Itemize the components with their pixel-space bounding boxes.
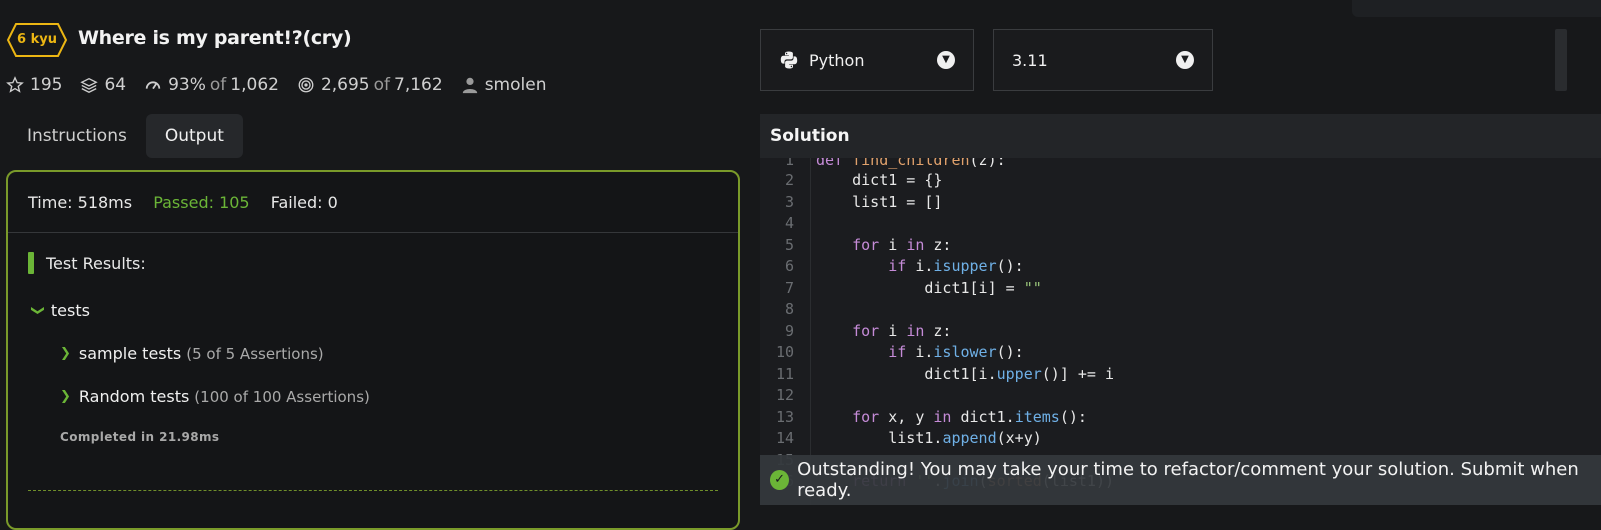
completed-time: Completed in 21.98ms: [60, 430, 220, 444]
run-summary: Time: 518ms Passed: 105 Failed: 0: [28, 193, 354, 212]
completions-count: 2,695: [320, 75, 370, 95]
solution-heading: Solution: [760, 114, 1601, 158]
kata-stats: 195 64 93% of 1,062 2,695 of 7,162 smole…: [6, 73, 564, 97]
suite-row[interactable]: ❯ tests: [30, 301, 90, 320]
test-results-heading: Test Results:: [28, 252, 146, 274]
chevron-down-icon[interactable]: ❯: [30, 305, 45, 316]
line-number: 13: [775, 408, 794, 426]
line-number: 4: [784, 214, 794, 232]
suite-name: tests: [50, 301, 90, 320]
summary-divider: [8, 232, 738, 233]
passed-count: Passed: 105: [153, 193, 250, 212]
panel-tabs: Instructions Output: [8, 114, 243, 158]
test-results-label: Test Results:: [46, 253, 146, 273]
test-group-assertions: (5 of 5 Assertions): [186, 344, 324, 363]
stars-count: 195: [30, 75, 63, 95]
language-value: Python: [809, 50, 865, 70]
completions-stat: 2,695 of 7,162: [297, 75, 443, 95]
line-number: 12: [775, 386, 794, 404]
completions-of: of: [373, 75, 391, 95]
tab-instructions[interactable]: Instructions: [8, 114, 146, 158]
success-message: Outstanding! You may take your time to r…: [797, 459, 1579, 501]
line-number: 7: [784, 279, 794, 297]
test-group-name: Random tests: [78, 387, 190, 406]
star-icon: [6, 76, 24, 93]
target-icon: [298, 77, 314, 93]
dashed-divider: [28, 490, 718, 491]
layers-icon: [80, 77, 99, 93]
line-number: 2: [784, 171, 794, 189]
kata-title[interactable]: Where is my parent!?(cry): [78, 27, 352, 49]
top-toolbar-edge: [1352, 0, 1601, 17]
line-number: 3: [784, 193, 794, 211]
run-time: Time: 518ms: [28, 193, 133, 212]
satisfaction-rate: 93%: [168, 75, 206, 95]
satisfaction-stat: 93% of 1,062: [144, 75, 279, 95]
results-marker: [28, 252, 34, 274]
author-name[interactable]: smolen: [485, 75, 547, 95]
user-icon: [462, 77, 477, 94]
language-select[interactable]: Python ▼: [760, 29, 974, 91]
collections-stat[interactable]: 64: [80, 75, 126, 95]
gauge-icon: [145, 81, 161, 90]
stars-stat[interactable]: 195: [6, 75, 62, 95]
test-group-row[interactable]: ❯ sample tests (5 of 5 Assertions): [60, 344, 324, 363]
chevron-down-icon: ▼: [1176, 51, 1194, 69]
output-panel: Time: 518ms Passed: 105 Failed: 0 Test R…: [6, 170, 740, 530]
line-number: 6: [784, 257, 794, 275]
version-value: 3.11: [1012, 50, 1048, 70]
chevron-right-icon[interactable]: ❯: [60, 346, 71, 361]
failed-count: Failed: 0: [270, 193, 338, 212]
line-number: 14: [775, 429, 794, 447]
votes-count: 1,062: [230, 75, 279, 95]
test-group-row[interactable]: ❯ Random tests (100 of 100 Assertions): [60, 387, 370, 406]
collections-count: 64: [104, 75, 127, 95]
test-group-assertions: (100 of 100 Assertions): [194, 387, 370, 406]
success-banner: ✓ Outstanding! You may take your time to…: [760, 455, 1601, 505]
check-circle-icon: ✓: [770, 470, 790, 490]
chevron-down-icon: ▼: [937, 51, 955, 69]
version-select[interactable]: 3.11 ▼: [993, 29, 1213, 91]
chevron-right-icon[interactable]: ❯: [60, 389, 71, 404]
python-icon: [780, 51, 798, 69]
author-stat[interactable]: smolen: [461, 75, 547, 95]
attempts-count: 7,162: [394, 75, 443, 95]
satisfaction-of: of: [209, 75, 227, 95]
line-number: 10: [775, 343, 794, 361]
scrollbar[interactable]: [1555, 29, 1567, 91]
rank-label: 6 kyu: [17, 32, 57, 47]
tab-output[interactable]: Output: [145, 114, 243, 158]
line-number: 8: [784, 300, 794, 318]
line-number: 9: [784, 322, 794, 340]
code-editor[interactable]: 1 def find_children(z): 2 dict1 = {} 3 li…: [760, 158, 1601, 505]
line-number: 11: [775, 365, 794, 383]
rank-badge: 6 kyu: [6, 22, 68, 58]
test-group-name: sample tests: [78, 344, 182, 363]
line-number: 5: [784, 236, 794, 254]
